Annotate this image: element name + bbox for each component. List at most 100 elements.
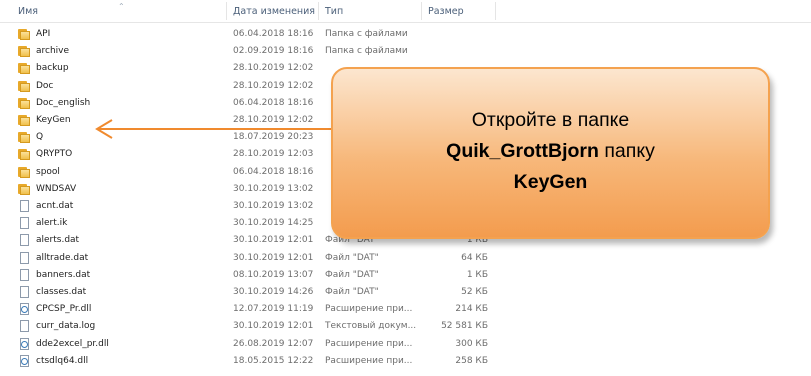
keygen-highlight: KeyGen <box>513 171 588 193</box>
folder-name-highlight: Quik_GrottBjorn <box>446 140 599 162</box>
file-name: spool <box>36 166 60 177</box>
file-name: Doc <box>36 80 54 91</box>
file-name: WNDSAV <box>36 183 77 194</box>
file-row[interactable]: curr_data.log 30.10.2019 12:01 Текстовый д… <box>0 318 500 334</box>
instruction-callout: Откройте в папке Quik_GrottBjorn папку K… <box>331 67 770 239</box>
file-name: alert.ik <box>36 218 68 229</box>
column-name-header[interactable]: Имя <box>18 0 38 22</box>
file-icon <box>18 286 30 298</box>
file-date: 06.04.2018 18:16 <box>233 166 314 177</box>
column-divider[interactable] <box>318 2 319 20</box>
column-divider[interactable] <box>226 2 227 20</box>
column-type-header[interactable]: Тип <box>325 0 343 22</box>
column-date-header[interactable]: Дата изменения <box>233 0 315 22</box>
file-icon <box>18 234 30 247</box>
file-icon <box>18 200 30 212</box>
folder-icon <box>18 131 30 144</box>
file-row[interactable]: API 06.04.2018 18:16 Папка с файлами <box>0 26 500 42</box>
folder-icon <box>18 28 30 40</box>
file-name: acnt.dat <box>36 201 74 211</box>
file-date: 06.04.2018 18:16 <box>233 29 314 39</box>
file-size: 1 КБ <box>466 269 488 280</box>
file-row[interactable]: ctsdlq64.dll 18.05.2015 12:22 Расширение п… <box>0 353 500 369</box>
file-date: 30.10.2019 13:02 <box>233 183 314 194</box>
file-row[interactable]: archive 02.09.2019 18:16 Папка с файлами <box>0 43 500 59</box>
file-date: 18.07.2019 20:23 <box>233 132 314 143</box>
file-date: 30.10.2019 12:01 <box>233 252 314 263</box>
file-type: Расширение при... <box>325 338 413 349</box>
dll-icon <box>18 354 30 367</box>
file-name: alltrade.dat <box>36 252 89 263</box>
file-type: Расширение при... <box>325 355 413 366</box>
folder-icon <box>18 166 30 178</box>
file-name: QRYPTO <box>36 149 73 160</box>
file-date: 02.09.2019 18:16 <box>233 46 314 57</box>
file-date: 30.10.2019 14:26 <box>233 287 314 297</box>
file-date: 28.10.2019 12:02 <box>233 115 314 125</box>
file-row[interactable]: CPCSP_Pr.dll 12.07.2019 11:19 Расширение п… <box>0 301 500 317</box>
file-date: 18.05.2015 12:22 <box>233 355 314 366</box>
file-date: 12.07.2019 11:19 <box>233 304 314 315</box>
file-date: 30.10.2019 12:01 <box>233 321 314 332</box>
dll-icon <box>18 303 30 316</box>
file-name: API <box>36 29 51 39</box>
sort-ascending-icon: ⌃ <box>118 2 125 11</box>
file-date: 28.10.2019 12:02 <box>233 80 314 91</box>
column-size-header[interactable]: Размер <box>428 0 464 22</box>
file-date: 28.10.2019 12:03 <box>233 149 314 160</box>
file-name: CPCSP_Pr.dll <box>36 304 92 315</box>
folder-icon <box>18 62 30 75</box>
file-name: banners.dat <box>36 269 91 280</box>
folder-icon <box>18 183 30 195</box>
file-name: curr_data.log <box>36 321 96 332</box>
file-name: dde2excel_pr.dll <box>36 338 109 349</box>
file-row[interactable]: banners.dat 08.10.2019 13:07 Файл "DAT" 1 К… <box>0 267 500 283</box>
file-size: 214 КБ <box>455 304 488 315</box>
callout-line-2-rest: папку <box>598 140 655 162</box>
dll-icon <box>18 337 30 350</box>
file-type: Файл "DAT" <box>325 287 379 297</box>
file-row[interactable]: classes.dat 30.10.2019 14:26 Файл "DAT" 52 … <box>0 284 500 300</box>
file-size <box>420 26 488 42</box>
file-name: classes.dat <box>36 287 87 297</box>
column-divider[interactable] <box>495 2 496 20</box>
file-name: KeyGen <box>36 115 71 125</box>
file-name: archive <box>36 46 70 57</box>
file-icon <box>18 217 30 230</box>
file-name: Doc_english <box>36 97 91 108</box>
file-type: Папка с файлами <box>325 29 408 39</box>
file-name: ctsdlq64.dll <box>36 355 89 366</box>
file-row[interactable]: dde2excel_pr.dll 26.08.2019 12:07 Расширен… <box>0 336 500 352</box>
file-date: 26.08.2019 12:07 <box>233 338 314 349</box>
file-name: backup <box>36 63 69 74</box>
file-date: 08.10.2019 13:07 <box>233 269 314 280</box>
folder-icon <box>18 45 30 58</box>
file-icon <box>18 320 30 333</box>
file-date: 30.10.2019 13:02 <box>233 201 314 211</box>
file-date: 30.10.2019 14:25 <box>233 218 314 229</box>
file-icon <box>18 251 30 264</box>
callout-text: Откройте в папке Quik_GrottBjorn папку K… <box>333 105 768 198</box>
folder-icon <box>18 114 30 126</box>
file-date: 28.10.2019 12:02 <box>233 63 314 74</box>
file-type: Текстовый докум... <box>325 321 417 332</box>
file-size: 258 КБ <box>455 355 488 366</box>
file-type: Файл "DAT" <box>325 269 379 280</box>
callout-line-3: KeyGen <box>333 167 768 198</box>
file-size: 52 КБ <box>461 287 488 297</box>
file-type: Файл "DAT" <box>325 252 379 263</box>
file-type: Папка с файлами <box>325 46 408 57</box>
file-icon <box>18 268 30 281</box>
file-size <box>420 43 488 59</box>
file-date: 06.04.2018 18:16 <box>233 97 314 108</box>
callout-line-1: Откройте в папке <box>471 109 630 131</box>
column-divider[interactable] <box>421 2 422 20</box>
file-row[interactable]: alltrade.dat 30.10.2019 12:01 Файл "DAT" 64… <box>0 250 500 266</box>
folder-icon <box>18 80 30 92</box>
file-name: Q <box>36 132 44 143</box>
column-header: Имя ⌃ Дата изменения Тип Размер <box>0 0 811 23</box>
file-size: 52 581 КБ <box>441 321 488 332</box>
file-date: 30.10.2019 12:01 <box>233 235 314 246</box>
file-size: 64 КБ <box>461 252 488 263</box>
folder-icon <box>18 97 30 109</box>
